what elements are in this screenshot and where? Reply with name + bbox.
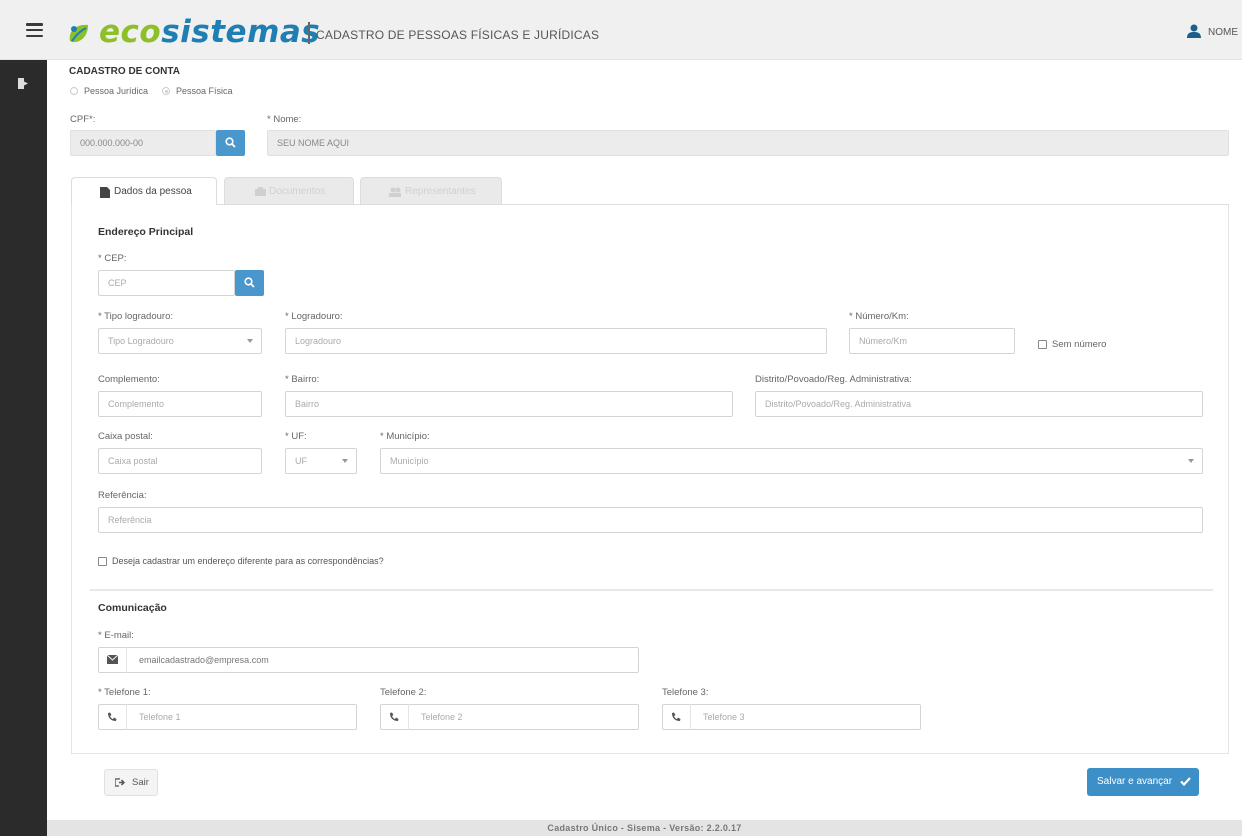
logradouro-label: * Logradouro: <box>285 311 343 322</box>
numero-input[interactable]: Número/Km <box>849 328 1015 354</box>
radio-pessoa-fisica-label: Pessoa Física <box>176 86 233 96</box>
cep-search-button[interactable] <box>235 270 264 296</box>
complemento-label: Complemento: <box>98 374 160 385</box>
search-icon <box>225 137 236 148</box>
camera-icon <box>255 187 266 196</box>
complemento-input[interactable]: Complemento <box>98 391 262 417</box>
telefone3-input[interactable]: Telefone 3 <box>662 704 921 730</box>
correspondencia-label: Deseja cadastrar um endereço diferente p… <box>112 556 384 566</box>
email-label: * E-mail: <box>98 630 134 641</box>
telefone3-label: Telefone 3: <box>662 687 709 698</box>
chevron-down-icon <box>247 339 253 343</box>
brand-logo: ecosistemas <box>99 14 321 50</box>
exit-icon[interactable] <box>18 78 29 89</box>
check-icon <box>1180 777 1191 786</box>
file-icon <box>100 187 110 198</box>
app-subtitle: Cadastro de Pessoas Físicas e Jurídicas <box>316 28 600 42</box>
referencia-label: Referência: <box>98 490 147 501</box>
cep-label: * CEP: <box>98 253 127 264</box>
tipo-logradouro-select[interactable]: Tipo Logradouro <box>98 328 262 354</box>
cep-input[interactable]: CEP <box>98 270 235 296</box>
correspondencia-checkbox[interactable] <box>98 557 107 566</box>
user-icon[interactable] <box>1187 24 1201 38</box>
envelope-icon <box>107 655 118 664</box>
distrito-label: Distrito/Povoado/Reg. Administrativa: <box>755 374 912 385</box>
nome-label: * Nome: <box>267 114 302 125</box>
uf-select[interactable]: UF <box>285 448 357 474</box>
telefone1-addon <box>98 704 127 730</box>
section-divider <box>90 589 1213 591</box>
email-input[interactable]: emailcadastrado@empresa.com <box>98 647 639 673</box>
distrito-input[interactable]: Distrito/Povoado/Reg. Administrativa <box>755 391 1203 417</box>
tab-representantes[interactable]: Representantes <box>360 177 502 205</box>
sair-button[interactable]: Sair <box>104 769 158 796</box>
telefone2-input[interactable]: Telefone 2 <box>380 704 639 730</box>
telefone1-input[interactable]: Telefone 1 <box>98 704 357 730</box>
radio-pessoa-juridica-label: Pessoa Jurídica <box>84 86 149 96</box>
cpf-label: CPF*: <box>70 114 96 125</box>
phone-icon <box>108 712 117 721</box>
chevron-down-icon <box>342 459 348 463</box>
sidebar <box>0 60 47 836</box>
cpf-input[interactable]: 000.000.000-00 <box>70 130 216 156</box>
radio-pessoa-fisica[interactable] <box>162 87 170 95</box>
top-header: ecosistemas Cadastro de Pessoas Físicas … <box>0 0 1242 60</box>
phone-icon <box>672 712 681 721</box>
nome-input[interactable]: SEU NOME AQUI <box>267 130 1229 156</box>
user-name[interactable]: NOME <box>1208 27 1238 38</box>
caixa-postal-input[interactable]: Caixa postal <box>98 448 262 474</box>
tipo-logradouro-label: * Tipo logradouro: <box>98 311 173 322</box>
header-separator <box>308 22 310 44</box>
numero-label: * Número/Km: <box>849 311 909 322</box>
bairro-label: * Bairro: <box>285 374 320 385</box>
bairro-input[interactable]: Bairro <box>285 391 733 417</box>
leaf-logo-icon <box>69 24 88 43</box>
radio-pessoa-juridica[interactable] <box>70 87 78 95</box>
municipio-label: * Município: <box>380 431 430 442</box>
footer: Cadastro Único - Sisema - Versão: 2.2.0.… <box>47 820 1242 836</box>
phone-icon <box>390 712 399 721</box>
salvar-avancar-button[interactable]: Salvar e avançar <box>1087 768 1199 796</box>
account-title: CADASTRO DE CONTA <box>69 66 180 77</box>
endereco-title: Endereço Principal <box>98 226 194 238</box>
telefone2-label: Telefone 2: <box>380 687 427 698</box>
menu-icon[interactable] <box>26 23 43 38</box>
telefone2-addon <box>380 704 409 730</box>
telefone3-addon <box>662 704 691 730</box>
logradouro-input[interactable]: Logradouro <box>285 328 827 354</box>
tab-documentos[interactable]: Documentos <box>224 177 354 205</box>
telefone1-label: * Telefone 1: <box>98 687 151 698</box>
municipio-select[interactable]: Município <box>380 448 1203 474</box>
caixa-postal-label: Caixa postal: <box>98 431 153 442</box>
email-addon <box>98 647 127 673</box>
tab-dados-da-pessoa[interactable]: Dados da pessoa <box>71 177 217 205</box>
sem-numero-label: Sem número <box>1052 339 1107 350</box>
chevron-down-icon <box>1188 459 1194 463</box>
search-icon <box>244 277 255 288</box>
sign-out-icon <box>115 778 125 787</box>
sem-numero-checkbox[interactable] <box>1038 340 1047 349</box>
uf-label: * UF: <box>285 431 307 442</box>
referencia-input[interactable]: Referência <box>98 507 1203 533</box>
cpf-search-button[interactable] <box>216 130 245 156</box>
users-icon <box>389 187 401 197</box>
comunicacao-title: Comunicação <box>98 602 167 614</box>
